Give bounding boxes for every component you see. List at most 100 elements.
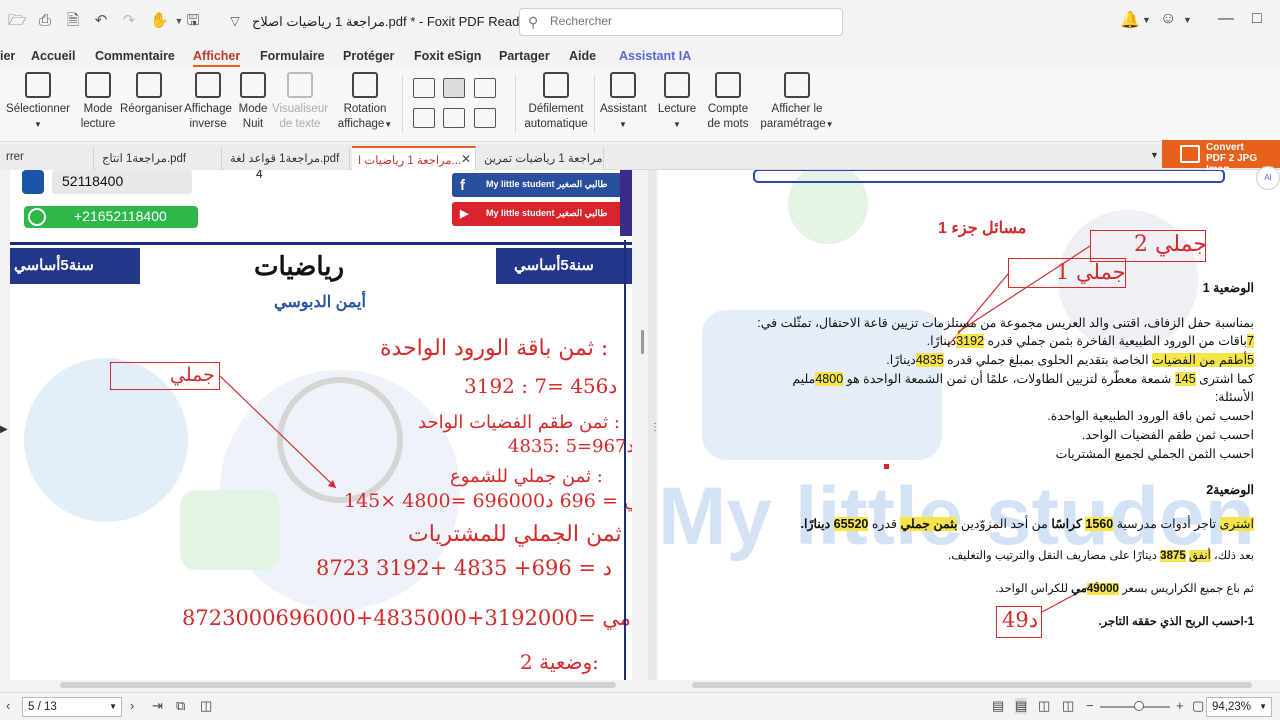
convert-banner[interactable]: Convert PDF 2 JPG Imag — [1162, 140, 1280, 175]
facing-page-icon[interactable] — [474, 78, 496, 98]
insert-page-icon[interactable]: ◫ — [200, 698, 212, 714]
word-count-button[interactable]: Compte de mots — [704, 72, 752, 132]
single-page-icon[interactable] — [413, 78, 435, 98]
text-span: تاجر أدوات مدرسية — [1113, 517, 1220, 531]
menu-partager[interactable]: Partager — [499, 49, 550, 63]
bell-icon[interactable]: 🔔 — [1120, 10, 1140, 30]
redo-icon[interactable]: ↷ — [120, 12, 138, 30]
show-settings-button[interactable]: Afficher le paramétrage▼ — [758, 72, 836, 132]
problem-text: اشترى تاجر أدوات مدرسية 1560 كراسًا من أ… — [801, 516, 1254, 531]
tab-document[interactable]: مراجعة1 انتاج.pdf — [96, 146, 222, 170]
search-box[interactable]: ⚲ — [519, 8, 843, 36]
facing-view-icon[interactable]: ◫ — [1038, 698, 1050, 714]
chevron-down-icon[interactable]: ▼ — [1183, 15, 1192, 25]
left-panel-toggle-icon[interactable]: ▶ — [0, 424, 8, 435]
text-span: مليم — [792, 372, 816, 386]
minimize-icon[interactable]: — — [1218, 10, 1234, 28]
quick-access-dropdown-icon[interactable]: ▽ — [226, 12, 244, 30]
text-viewer-button[interactable]: Visualiseur de texte — [272, 72, 328, 132]
tab-document[interactable]: مراجعة1 قواعد لغة.pdf — [224, 146, 350, 170]
account-icon[interactable]: ☺ — [1160, 10, 1176, 28]
open-folder-icon[interactable]: 🗁 — [8, 12, 27, 30]
inverse-display-button[interactable]: Affichage inverse — [184, 72, 232, 132]
extract-page-icon[interactable]: ⧉ — [176, 698, 185, 714]
continuous-view-icon[interactable]: ▤ — [1015, 698, 1028, 714]
fit-page-icon[interactable]: ▢ — [1192, 698, 1204, 714]
chevron-down-icon: ▼ — [619, 120, 627, 129]
search-input[interactable] — [550, 14, 830, 28]
single-page-view-icon[interactable]: ▤ — [992, 698, 1004, 714]
save-as-icon[interactable]: 🗎 — [64, 12, 82, 30]
tab-document[interactable]: مراجعة 1 رياضيات تمرين... — [478, 146, 604, 170]
situation-2-title: الوضعية2 — [1206, 483, 1254, 497]
last-page-icon[interactable]: ⇥ — [152, 698, 163, 714]
annotation-arrows — [884, 245, 1099, 613]
tabs-dropdown-icon[interactable]: ▼ — [1150, 150, 1159, 160]
print-icon[interactable]: ⎙ — [36, 12, 54, 30]
rotate-icon — [352, 72, 378, 98]
highlight: 7 — [1247, 334, 1254, 348]
problem-text: بعد ذلك، أنفق 3875 دينارًا على مصاريف ال… — [948, 548, 1254, 562]
left-vertical-scrollbar[interactable] — [641, 330, 644, 354]
menu-aide[interactable]: Aide — [569, 49, 596, 63]
undo-icon[interactable]: ↶ — [92, 12, 110, 30]
zoom-slider-handle[interactable] — [1134, 701, 1144, 711]
split-view-icon[interactable] — [443, 108, 465, 128]
night-mode-button[interactable]: Mode Nuit — [236, 72, 270, 132]
page-indicator: 5 / 13 — [28, 701, 57, 713]
ai-assistant-icon[interactable]: AI — [1256, 166, 1280, 190]
select-button[interactable]: Sélectionner ▼ — [6, 72, 70, 132]
menu-commentaire[interactable]: Commentaire — [95, 49, 175, 63]
tab-start[interactable]: rrer — [0, 146, 94, 170]
close-icon[interactable]: ✕ — [461, 152, 471, 166]
continuous-page-icon[interactable] — [443, 78, 465, 98]
zoom-level-field[interactable]: 94,23% ▼ — [1206, 697, 1272, 717]
cover-page-icon[interactable] — [413, 108, 435, 128]
zoom-out-icon[interactable]: − — [1086, 698, 1094, 713]
word-count-icon — [715, 72, 741, 98]
auto-scroll-button[interactable]: Défilement automatique — [522, 72, 590, 132]
window-title: مراجعة 1 رياضيات اصلاح.pdf * - Foxit PDF… — [252, 14, 531, 29]
right-horizontal-scrollbar[interactable] — [692, 682, 1252, 688]
menu-afficher[interactable]: Afficher — [193, 49, 241, 67]
zoom-level: 94,23% — [1212, 701, 1252, 713]
handwritten-answer: 49د — [1002, 608, 1039, 632]
zoom-in-icon[interactable]: + — [1176, 698, 1184, 713]
inverse-label-1: Affichage — [184, 103, 232, 115]
continuous-facing-icon[interactable]: ◫ — [1062, 698, 1074, 714]
menu-assistant-ia[interactable]: Assistant IA — [619, 49, 691, 63]
word-count-label-2: de mots — [707, 118, 749, 130]
tab-active-document[interactable]: مراجعة 1 رياضيات ا... ✕ — [352, 146, 476, 170]
assistant-button[interactable]: Assistant ▼ — [600, 72, 647, 132]
reorganize-button[interactable]: Réorganiser — [120, 72, 183, 117]
previous-page-icon[interactable]: ‹ — [6, 698, 10, 713]
tab-label: مراجعة1 قواعد لغة.pdf — [230, 153, 340, 165]
menu-formulaire[interactable]: Formulaire — [260, 49, 325, 63]
read-aloud-button[interactable]: Lecture ▼ — [654, 72, 700, 132]
menu-proteger[interactable]: Protéger — [343, 49, 394, 63]
right-pdf-page: My little studen مسائل جزء 1 جملي 2 جملي… — [658, 170, 1280, 680]
maximize-icon[interactable]: □ — [1252, 10, 1262, 28]
left-horizontal-scrollbar[interactable] — [60, 682, 616, 688]
title-bar: 🗁 ⎙ 🗎 ↶ ↷ ✋ ▼ 🖫 ▽ مراجعة 1 رياضيات اصلاح… — [0, 0, 1280, 44]
text-viewer-label-1: Visualiseur — [272, 103, 329, 115]
problem-text: 7باقات من الورود الطبيعية الفاخرة بثمن ج… — [927, 333, 1254, 348]
menu-fichier[interactable]: ier — [0, 49, 15, 63]
text-span: ثم باع جميع الكراريس بسعر — [1118, 583, 1254, 595]
split-view-divider[interactable]: ⋮ — [648, 170, 660, 680]
menu-foxit-esign[interactable]: Foxit eSign — [414, 49, 481, 63]
next-page-icon[interactable]: › — [130, 698, 134, 713]
problem-text: 5أطقم من الفضيات الخاصة بتقديم الحلوى بم… — [886, 352, 1254, 367]
page-number-field[interactable]: 5 / 13 ▼ — [22, 697, 122, 717]
grid-view-icon[interactable] — [474, 108, 496, 128]
menu-accueil[interactable]: Accueil — [31, 49, 75, 63]
chevron-down-icon[interactable]: ▼ — [1142, 15, 1151, 25]
save-icon[interactable]: 🖫 — [184, 12, 202, 30]
reading-mode-label-1: Mode — [83, 103, 113, 115]
reading-mode-button[interactable]: Mode lecture — [80, 72, 116, 132]
settings-doc-icon — [784, 72, 810, 98]
rotation-button[interactable]: Rotation affichage▼ — [336, 72, 394, 132]
hand-tool-icon[interactable]: ✋ — [150, 12, 169, 30]
problem-text: ثم باع جميع الكراريس بسعر 49000مي للكراس… — [995, 581, 1254, 595]
highlight: 5 — [1247, 353, 1254, 367]
